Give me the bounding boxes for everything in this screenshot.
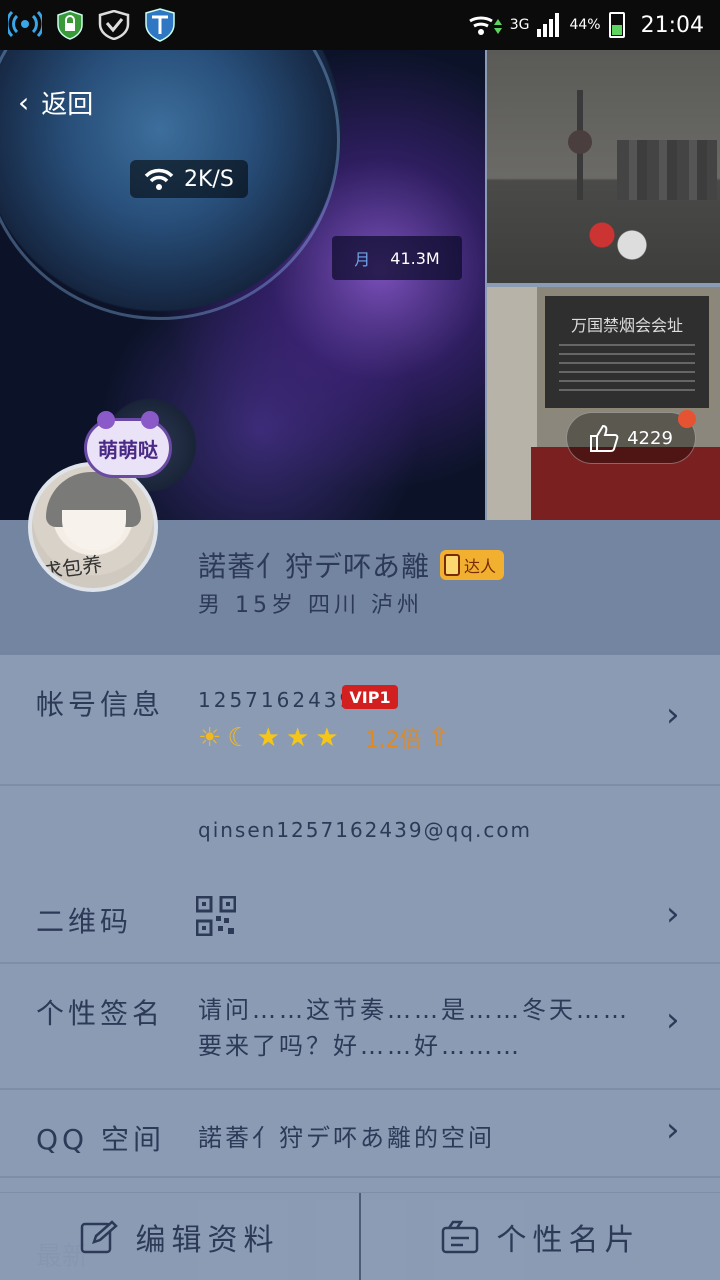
- profile-card-label: 个性名片: [496, 1222, 641, 1258]
- nickname-row: 諾萫亻狩デ吥あ離 达人: [198, 545, 505, 585]
- level-icons: ☀ ☾ ★ ★ ★ 1.2倍 ⇧: [198, 722, 449, 754]
- account-info-label: 帐号信息: [36, 688, 165, 721]
- album-photo-2[interactable]: 万国禁烟会会址: [487, 287, 720, 520]
- nickname: 諾萫亻狩デ吥あ離: [198, 550, 431, 583]
- people-silhouette: [587, 220, 647, 283]
- traffic-month-label: 月: [354, 250, 371, 269]
- email-value: qinsen1257162439@qq.com: [198, 818, 533, 842]
- qrcode-row[interactable]: 二维码 ›: [0, 868, 720, 962]
- expert-label: 达人: [464, 557, 497, 576]
- signature-label: 个性签名: [36, 997, 165, 1030]
- star-icon: ★: [256, 723, 280, 753]
- star-icon: ★: [285, 723, 310, 753]
- battery-icon: [608, 12, 625, 38]
- account-number: 1257162439: [198, 688, 356, 712]
- qrcode-icon: [196, 896, 236, 936]
- shield-lock-icon: [57, 10, 83, 40]
- divider: [0, 1176, 720, 1178]
- tower-silhouette: [568, 90, 592, 200]
- profile-subinfo: 男 15岁 四川 泸州: [198, 593, 423, 618]
- back-button[interactable]: ‹ 返回: [18, 84, 93, 121]
- notification-dot: [678, 410, 696, 428]
- avatar[interactable]: 求包养: [28, 462, 158, 592]
- status-bar: 3G 44% 21:04: [0, 0, 720, 50]
- like-button[interactable]: 4229: [566, 412, 696, 464]
- card-icon: [441, 1220, 478, 1253]
- avatar-pendant-badge[interactable]: 萌萌哒: [84, 411, 172, 478]
- arrow-up-icon: ⇧: [427, 723, 450, 753]
- signature-text: 请问……这节奏……是……冬天……要来了吗？好……好………: [198, 996, 630, 1060]
- chevron-right-icon: ›: [666, 894, 680, 934]
- signal-icon: [537, 13, 560, 37]
- speed-multiplier: 1.2倍: [364, 728, 422, 753]
- qzone-value: 諾萫亻狩デ吥あ離的空间: [198, 1124, 495, 1152]
- profile-card-button[interactable]: 个性名片: [361, 1193, 720, 1280]
- divider: [0, 784, 720, 786]
- edit-profile-button[interactable]: 编辑资料: [0, 1193, 359, 1280]
- qzone-label: QQ 空间: [36, 1123, 165, 1156]
- network-speed-overlay: 2K/S: [130, 160, 248, 198]
- traffic-overlay: 月 41.3M: [332, 236, 462, 280]
- edit-icon: [80, 1219, 118, 1253]
- chevron-right-icon: ›: [666, 1000, 680, 1040]
- speed-text: 2K/S: [184, 166, 234, 192]
- battery-percent: 44%: [569, 17, 601, 33]
- plaque-lines: [559, 344, 695, 394]
- shield-check-icon: [98, 10, 130, 40]
- like-count: 4229: [627, 427, 673, 449]
- plaque-text: 万国禁烟会会址: [570, 316, 683, 335]
- avatar-face: [62, 510, 126, 550]
- bottom-action-bar: 编辑资料 个性名片: [0, 1192, 720, 1280]
- phone-icon: [444, 554, 461, 576]
- star-icon: ★: [315, 723, 339, 753]
- chevron-right-icon: ›: [666, 1110, 680, 1150]
- thumbs-up-icon: [590, 424, 619, 452]
- chevron-left-icon: ‹: [18, 86, 30, 119]
- back-label: 返回: [41, 90, 94, 120]
- avatar-text: 求包养: [40, 551, 104, 585]
- wifi-icon: [468, 16, 502, 35]
- network-type: 3G: [509, 17, 530, 33]
- album-photo-1[interactable]: [487, 50, 720, 283]
- chevron-right-icon: ›: [666, 695, 680, 735]
- edit-profile-label: 编辑资料: [135, 1222, 280, 1258]
- vip-badge: VIP1: [342, 685, 398, 709]
- traffic-value: 41.3M: [390, 248, 440, 268]
- wifi-antenna-icon: [8, 10, 42, 38]
- plaque: 万国禁烟会会址: [541, 292, 713, 412]
- qrcode-label: 二维码: [36, 905, 133, 938]
- moon-icon: ☾: [227, 723, 251, 753]
- wifi-icon: [144, 168, 174, 190]
- sun-icon: ☀: [198, 723, 222, 753]
- clock: 21:04: [640, 12, 704, 38]
- skyline-silhouette: [617, 140, 717, 200]
- shield-t-icon: [145, 8, 175, 42]
- expert-badge[interactable]: 达人: [440, 550, 505, 580]
- account-info-row[interactable]: 帐号信息 ›: [0, 655, 720, 785]
